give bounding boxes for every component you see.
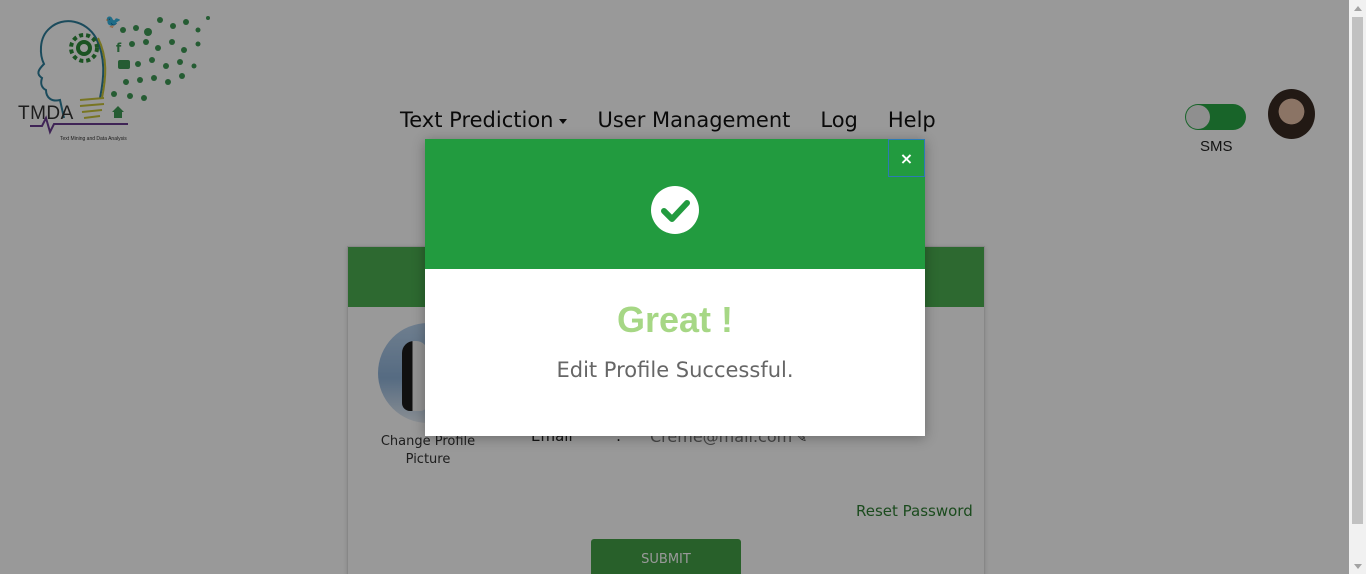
check-circle-icon xyxy=(651,186,699,234)
modal-title: Great ! xyxy=(616,299,734,340)
scrollbar-thumb[interactable] xyxy=(1352,17,1363,524)
scroll-down-arrow-icon[interactable] xyxy=(1349,558,1366,574)
checkmark-icon xyxy=(661,200,690,222)
success-modal: × Great ! Edit Profile Successful. xyxy=(425,139,925,436)
scroll-up-arrow-icon[interactable] xyxy=(1349,0,1366,16)
modal-message: Edit Profile Successful. xyxy=(556,358,794,382)
page-scrollbar[interactable] xyxy=(1349,0,1366,574)
close-icon[interactable]: × xyxy=(888,139,925,177)
